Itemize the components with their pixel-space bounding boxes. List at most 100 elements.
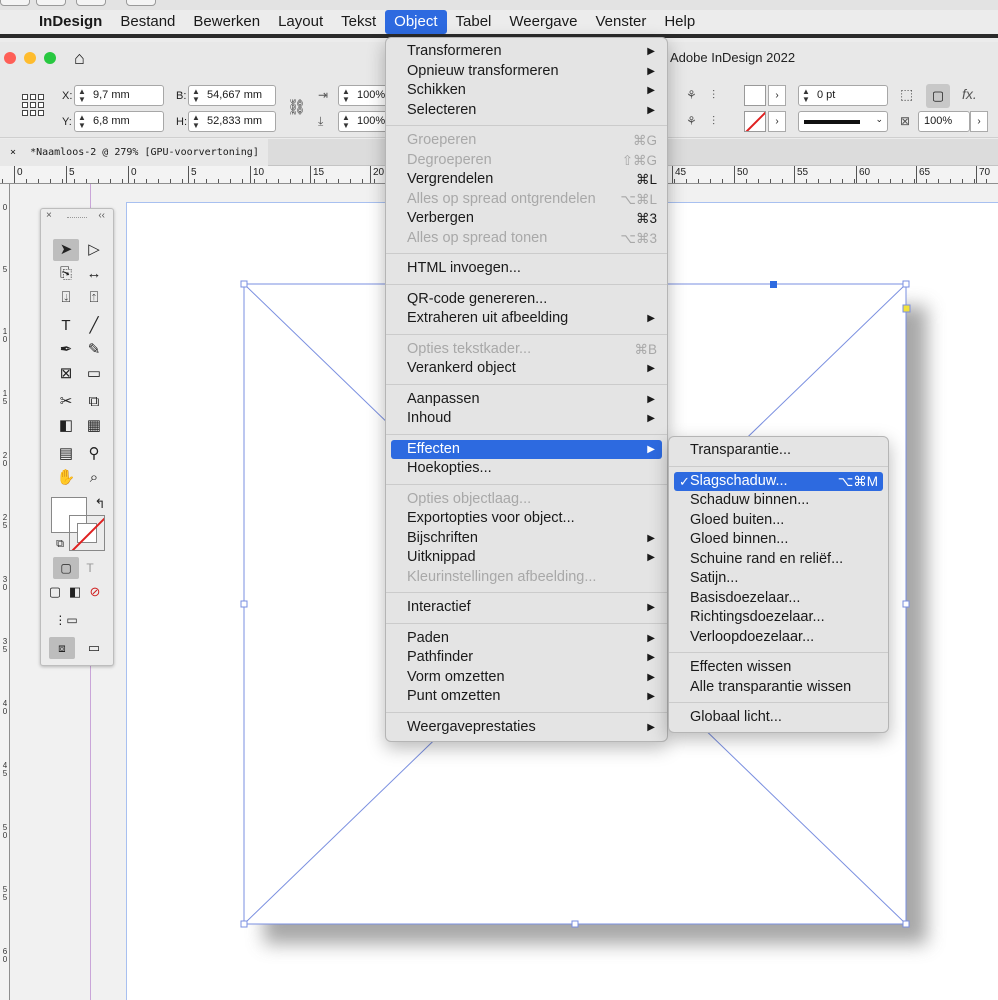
menu-separator	[386, 592, 667, 593]
submenu-arrow-icon: ▶	[647, 65, 655, 77]
menu-item-extraheren-uit-afbeelding[interactable]: Extraheren uit afbeelding ▶	[386, 309, 667, 329]
effects-item-satijn[interactable]: Satijn...	[669, 569, 888, 589]
collapse-panel-icon[interactable]: ‹‹	[98, 210, 105, 221]
menu-item-alles-op-spread-ontgrendelen: Alles op spread ontgrendelen ⌥⌘L	[386, 190, 667, 210]
submenu-arrow-icon: ▶	[647, 602, 655, 613]
effects-item-alle-transparantie-wissen[interactable]: Alle transparantie wissen	[669, 678, 888, 698]
menu-item-opnieuw-transformeren[interactable]: Opnieuw transformeren ▶	[386, 62, 667, 82]
content-placer-icon[interactable]: ⍐	[81, 287, 107, 309]
effects-item-gloed-binnen[interactable]: Gloed binnen...	[669, 530, 888, 550]
menu-item-punt-omzetten[interactable]: Punt omzetten ▶	[386, 687, 667, 707]
frame-handle[interactable]	[902, 280, 910, 288]
corner-options-handle[interactable]	[902, 304, 911, 313]
menu-item-aanpassen[interactable]: Aanpassen ▶	[386, 390, 667, 410]
submenu-arrow-icon: ▶	[647, 632, 655, 644]
content-collector-icon[interactable]: ⍗	[53, 287, 79, 309]
menu-item-transformeren[interactable]: Transformeren ▶	[386, 42, 667, 62]
zoom-tool-icon[interactable]: ⌕	[81, 467, 107, 489]
submenu-arrow-icon: ▶	[647, 443, 655, 455]
menu-item-label: Punt omzetten	[407, 688, 501, 704]
menu-item-label: Satijn...	[690, 570, 739, 586]
effects-item-globaal-licht[interactable]: Globaal licht...	[669, 708, 888, 728]
effects-item-basisdoezelaar[interactable]: Basisdoezelaar...	[669, 589, 888, 609]
type-tool-icon[interactable]: T	[53, 315, 79, 337]
shortcut-label: ⌘B	[634, 341, 657, 357]
menu-item-weergaveprestaties[interactable]: Weergaveprestaties ▶	[386, 718, 667, 738]
frame-handle[interactable]	[902, 600, 910, 608]
effects-item-richtingsdoezelaar[interactable]: Richtingsdoezelaar...	[669, 608, 888, 628]
menu-item-qr-code-genereren[interactable]: QR-code genereren...	[386, 290, 667, 310]
menu-item-hoekopties[interactable]: Hoekopties...	[386, 459, 667, 479]
gap-tool-icon[interactable]: ↔	[81, 263, 107, 285]
hand-tool-icon[interactable]: ✋	[53, 467, 79, 489]
apply-none-icon[interactable]: ⊘	[85, 581, 105, 603]
menu-item-selecteren[interactable]: Selecteren ▶	[386, 101, 667, 121]
screen-mode-icon[interactable]: ⋮▭	[53, 609, 79, 631]
shortcut-label: ⌘G	[632, 133, 657, 148]
direct-selection-tool-icon[interactable]: ▷	[81, 239, 107, 261]
frame-handle[interactable]	[240, 920, 248, 928]
menu-item-pathfinder[interactable]: Pathfinder ▶	[386, 648, 667, 668]
scissors-tool-icon[interactable]: ✂	[53, 391, 79, 413]
free-transform-tool-icon[interactable]: ⧉	[81, 391, 107, 413]
menu-item-vergrendelen[interactable]: Vergrendelen ⌘L	[386, 170, 667, 190]
menu-item-uitknippad[interactable]: Uitknippad ▶	[386, 548, 667, 568]
menu-separator	[669, 652, 888, 653]
effects-item-schuine-rand-en-relief[interactable]: Schuine rand en reliëf...	[669, 550, 888, 570]
gradient-swatch-tool-icon[interactable]: ◧	[53, 415, 79, 437]
rectangle-tool-icon[interactable]: ▭	[81, 363, 107, 385]
menu-item-label: Selecteren	[407, 101, 477, 118]
gradient-feather-tool-icon[interactable]: ▦	[81, 415, 107, 437]
menu-item-label: Opnieuw transformeren	[407, 62, 559, 79]
close-panel-icon[interactable]: ×	[46, 210, 52, 221]
effects-submenu: Transparantie... ✓ Slagschaduw... ⌥⌘M Schadu…	[668, 436, 889, 733]
menu-item-label: Gloed binnen...	[690, 531, 789, 547]
menu-item-vorm-omzetten[interactable]: Vorm omzetten ▶	[386, 668, 667, 688]
pencil-tool-icon[interactable]: ✎	[81, 339, 107, 361]
menu-item-effecten[interactable]: Effecten ▶	[391, 439, 662, 459]
effects-item-effecten-wissen[interactable]: Effecten wissen	[669, 658, 888, 678]
submenu-arrow-icon: ▶	[647, 671, 655, 683]
frame-handle[interactable]	[240, 600, 248, 608]
frame-handle[interactable]	[902, 920, 910, 928]
pen-tool-icon[interactable]: ✒	[53, 339, 79, 361]
selection-tool-icon[interactable]: ➤	[53, 239, 79, 261]
eyedropper-tool-icon[interactable]: ⚲	[81, 443, 107, 465]
menu-item-verbergen[interactable]: Verbergen ⌘3	[386, 209, 667, 229]
menu-item-schikken[interactable]: Schikken ▶	[386, 81, 667, 101]
menu-item-label: Schikken	[407, 82, 466, 98]
default-fill-stroke-icon[interactable]: ⧉	[47, 533, 73, 555]
content-grabber-handle[interactable]	[770, 281, 777, 288]
frame-handle[interactable]	[240, 280, 248, 288]
menu-item-interactief[interactable]: Interactief ▶	[386, 598, 667, 618]
effects-item-transparantie[interactable]: Transparantie...	[669, 441, 888, 461]
menu-item-label: Opties objectlaag...	[407, 490, 532, 507]
menu-item-label: Inhoud	[407, 410, 452, 426]
apply-color-icon[interactable]: ▢	[45, 581, 65, 603]
formatting-text-icon[interactable]: T	[77, 557, 103, 579]
note-tool-icon[interactable]: ▤	[53, 443, 79, 465]
preview-mode-icon[interactable]: ▭	[81, 637, 107, 659]
menu-separator	[386, 333, 667, 335]
swap-fill-stroke-icon[interactable]: ↰	[87, 493, 113, 515]
normal-view-icon[interactable]: ⧈	[49, 637, 75, 659]
rectangle-frame-tool-icon[interactable]: ⊠	[53, 363, 79, 385]
effects-item-verloopdoezelaar[interactable]: Verloopdoezelaar...	[669, 628, 888, 648]
menu-item-exportopties-voor-object[interactable]: Exportopties voor object...	[386, 509, 667, 529]
line-tool-icon[interactable]: ╱	[81, 315, 107, 337]
checkmark-icon: ✓	[679, 473, 690, 489]
effects-item-slagschaduw[interactable]: ✓ Slagschaduw... ⌥⌘M	[674, 471, 883, 491]
stroke-color-swatch[interactable]	[69, 515, 105, 551]
menu-item-paden[interactable]: Paden ▶	[386, 629, 667, 649]
menu-item-html-invoegen[interactable]: HTML invoegen...	[386, 259, 667, 279]
menu-item-label: Exportopties voor object...	[407, 510, 575, 526]
frame-handle[interactable]	[571, 920, 579, 928]
menu-item-bijschriften[interactable]: Bijschriften ▶	[386, 529, 667, 549]
formatting-container-icon[interactable]: ▢	[53, 557, 79, 579]
apply-gradient-icon[interactable]: ◧	[65, 581, 85, 603]
effects-item-gloed-buiten[interactable]: Gloed buiten...	[669, 511, 888, 531]
effects-item-schaduw-binnen[interactable]: Schaduw binnen...	[669, 491, 888, 511]
menu-item-verankerd-object[interactable]: Verankerd object ▶	[386, 359, 667, 379]
menu-item-inhoud[interactable]: Inhoud ▶	[386, 409, 667, 429]
page-tool-icon[interactable]: ⎘	[53, 263, 79, 285]
